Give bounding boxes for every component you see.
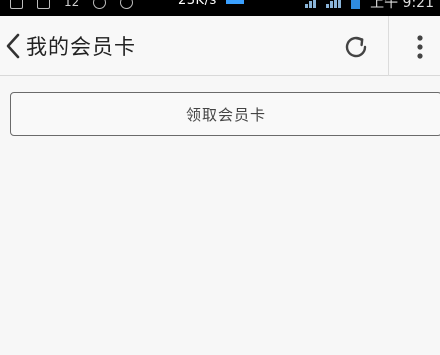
clock: 上午 9:21	[370, 0, 434, 11]
more-vertical-icon	[408, 35, 432, 66]
more-options-button[interactable]	[408, 32, 432, 62]
status-bar-right: 上午 9:21	[305, 0, 434, 11]
sync-icon	[120, 0, 134, 9]
header-divider	[388, 16, 389, 76]
refresh-button[interactable]	[342, 33, 370, 61]
wifi-signal-icon	[305, 0, 317, 8]
page-title: 我的会员卡	[26, 35, 136, 59]
chevron-left-icon	[6, 33, 20, 59]
app-notification-icon	[10, 0, 23, 9]
app-badge-icon	[93, 0, 107, 9]
status-bar: 12 23K/s 上午 9:21	[0, 0, 440, 16]
navigation-bar: 我的会员卡	[0, 16, 440, 76]
refresh-icon	[342, 36, 370, 65]
cellular-signal-icon	[326, 0, 342, 8]
network-activity-indicator	[226, 0, 244, 4]
back-button[interactable]: 我的会员卡	[0, 16, 136, 76]
main-content: 领取会员卡	[0, 76, 440, 355]
message-notification-icon	[37, 0, 50, 9]
status-bar-left: 12	[10, 0, 134, 10]
claim-membership-card-button[interactable]: 领取会员卡	[10, 92, 440, 136]
battery-icon	[351, 0, 361, 9]
notification-count: 12	[64, 0, 80, 9]
network-speed: 23K/s	[178, 0, 217, 8]
